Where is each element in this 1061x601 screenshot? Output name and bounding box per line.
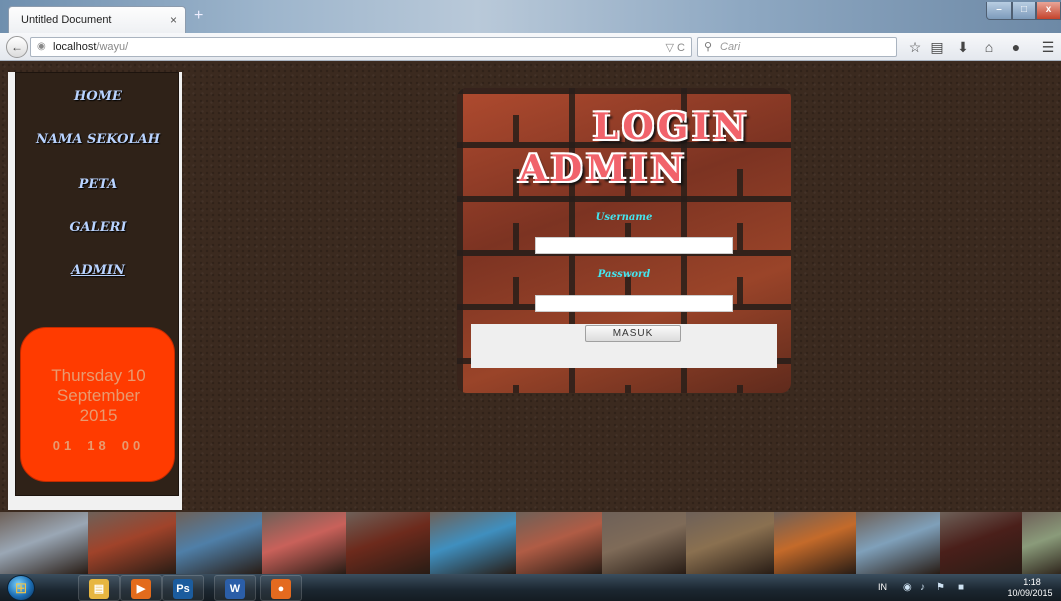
masuk-button[interactable]: MASUK xyxy=(585,325,681,342)
crowd-photo xyxy=(602,512,686,574)
red-roof-photo xyxy=(262,512,346,574)
date-clock-widget: Thursday 10 September 2015 01 18 00 xyxy=(20,327,175,482)
flag-icon[interactable]: ⚑ xyxy=(936,582,945,593)
windows-taskbar: ▤ ▶ Ps W ● IN ◉ ♪ ⚑ ■ 1:18 10/09/2015 xyxy=(0,574,1061,601)
navigation-toolbar: ← ◉ localhost/wayu/ ▽ C ⚲ Cari ☆ ▤ ⬇ ⌂ ●… xyxy=(0,33,1061,61)
globe-icon: ◉ xyxy=(37,41,46,52)
school-yard-photo xyxy=(516,512,602,574)
sidebar-item-admin[interactable]: ADMIN xyxy=(16,263,180,278)
sidebar-item-nama-sekolah[interactable]: NAMA SEKOLAH xyxy=(16,132,180,147)
password-field[interactable] xyxy=(535,295,733,312)
taskbar-date[interactable]: 10/09/2015 xyxy=(1000,588,1060,598)
firefox-taskbar-button[interactable]: ● xyxy=(260,575,302,601)
volume-icon[interactable]: ♪ xyxy=(920,582,925,593)
media-player-icon: ▶ xyxy=(131,579,151,599)
window-titlebar: Untitled Document × + – □ x xyxy=(0,0,1061,34)
clock-year: 2015 xyxy=(79,406,118,425)
start-button[interactable] xyxy=(7,575,35,601)
media-player-taskbar-button[interactable]: ▶ xyxy=(120,575,162,601)
star-icon[interactable]: ☆ xyxy=(907,40,923,54)
close-tab-icon[interactable]: × xyxy=(170,13,177,27)
search-placeholder: Cari xyxy=(720,41,741,53)
close-window-button[interactable]: x xyxy=(1036,2,1061,20)
search-icon: ⚲ xyxy=(704,41,713,53)
orange-building-photo xyxy=(774,512,856,574)
url-host: localhost xyxy=(53,41,97,53)
explorer-icon: ▤ xyxy=(89,579,109,599)
church-photo xyxy=(0,512,88,574)
word-icon: W xyxy=(225,579,245,599)
reload-icon[interactable]: ▽ C xyxy=(666,41,685,54)
minimize-button[interactable]: – xyxy=(986,2,1012,20)
home-icon[interactable]: ⌂ xyxy=(981,40,997,54)
photo-strip xyxy=(0,512,1061,574)
search-input[interactable]: ⚲ Cari xyxy=(697,37,897,57)
new-tab-icon[interactable]: + xyxy=(194,8,210,25)
maximize-button[interactable]: □ xyxy=(1012,2,1036,20)
sidebar-item-home[interactable]: HOME xyxy=(16,89,180,104)
school-gate-photo xyxy=(856,512,940,574)
tab-title: Untitled Document xyxy=(21,14,112,26)
clipboard-icon[interactable]: ▤ xyxy=(929,40,945,54)
language-indicator[interactable]: IN xyxy=(878,582,887,592)
tray-app-icon[interactable]: ■ xyxy=(958,582,964,593)
admin-title: ADMIN xyxy=(519,148,688,190)
explorer-taskbar-button[interactable]: ▤ xyxy=(78,575,120,601)
food-photo xyxy=(88,512,176,574)
firefox-icon: ● xyxy=(271,579,291,599)
username-field[interactable] xyxy=(535,237,733,254)
login-title: LOGIN xyxy=(593,106,751,148)
blur-photo xyxy=(346,512,430,574)
photoshop-taskbar-button[interactable]: Ps xyxy=(162,575,204,601)
campus-photo xyxy=(1022,512,1061,574)
school-building-photo xyxy=(430,512,516,574)
word-taskbar-button[interactable]: W xyxy=(214,575,256,601)
chat-icon[interactable]: ● xyxy=(1008,40,1024,54)
silhouette-photo xyxy=(940,512,1022,574)
sidebar-item-galeri[interactable]: GALERI xyxy=(16,220,180,235)
page-body: HOME NAMA SEKOLAH PETA GALERI ADMIN Thur… xyxy=(0,62,1061,512)
sidebar-item-peta[interactable]: PETA xyxy=(16,177,180,192)
clock-minutes: 18 xyxy=(87,438,110,453)
url-bar[interactable]: ◉ localhost/wayu/ ▽ C xyxy=(30,37,692,57)
assembly-photo xyxy=(686,512,774,574)
sidebar: HOME NAMA SEKOLAH PETA GALERI ADMIN Thur… xyxy=(15,72,179,496)
clock-hours: 01 xyxy=(52,438,76,453)
menu-icon[interactable]: ☰ xyxy=(1040,40,1056,54)
clock-month: September xyxy=(56,386,141,405)
photoshop-icon: Ps xyxy=(173,579,193,599)
school-group-photo xyxy=(176,512,262,574)
clock-day: Thursday 10 xyxy=(51,366,146,385)
clock-seconds: 00 xyxy=(121,438,145,453)
clock-date: Thursday 10 September 2015 xyxy=(21,366,176,426)
url-path: /wayu/ xyxy=(96,41,129,53)
back-button[interactable]: ← xyxy=(6,36,28,58)
clock-time: 01 18 00 xyxy=(21,438,176,453)
network-icon[interactable]: ◉ xyxy=(903,582,912,593)
password-label: Password xyxy=(597,269,651,280)
download-icon[interactable]: ⬇ xyxy=(955,40,971,54)
login-panel: LOGIN ADMIN Username Password MASUK xyxy=(457,88,791,393)
taskbar-time[interactable]: 1:18 xyxy=(1012,577,1052,587)
tab-untitled-document[interactable]: Untitled Document × xyxy=(8,6,186,34)
username-label: Username xyxy=(595,212,653,223)
submit-area: MASUK xyxy=(471,324,777,368)
